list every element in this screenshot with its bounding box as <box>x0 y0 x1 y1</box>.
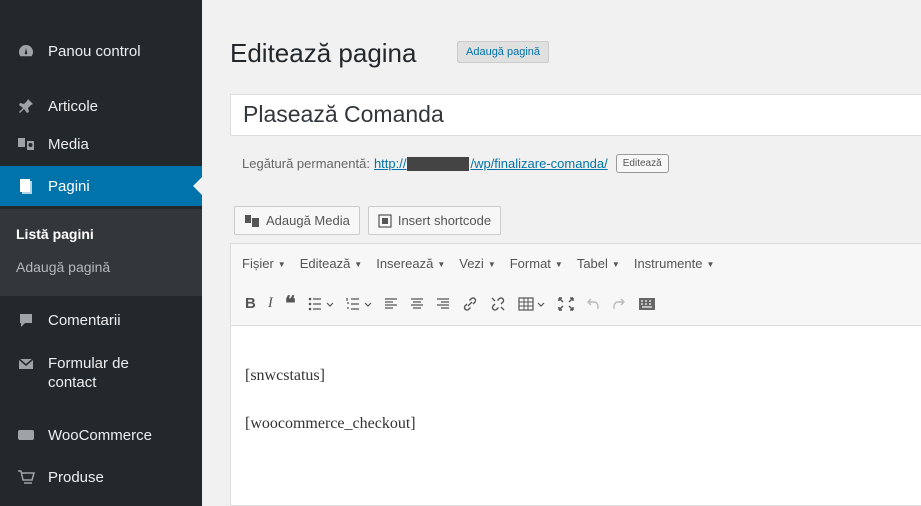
menu-label: Fișier <box>242 255 274 271</box>
sidebar-item-label: WooCommerce <box>48 426 152 444</box>
pages-icon <box>16 177 36 195</box>
editor-toolbar: B I ❝ <box>231 282 921 326</box>
menu-insert[interactable]: Inserează ▼ <box>376 256 445 271</box>
sidebar-item-label: Comentarii <box>48 311 121 329</box>
italic-icon[interactable]: I <box>268 292 273 316</box>
sidebar-item-label: Media <box>48 135 89 153</box>
permalink-link[interactable]: http:// /wp/finalizare-comanda/ <box>374 156 608 172</box>
caret-down-icon: ▼ <box>354 259 363 269</box>
sidebar-item-label-line2: contact <box>48 374 97 391</box>
caret-down-icon: ▼ <box>277 259 286 269</box>
page-title: Editează pagina <box>230 38 417 68</box>
menu-edit[interactable]: Editează ▼ <box>300 256 363 271</box>
menu-tools[interactable]: Instrumente ▼ <box>634 256 715 271</box>
sidebar-item-label: Produse <box>48 468 104 486</box>
sidebar-item-label: Formular de <box>48 355 129 372</box>
sidebar-item-contact-form[interactable]: Formular de contact <box>0 354 202 398</box>
numbered-list-icon[interactable] <box>346 292 372 316</box>
sidebar-item-comments[interactable]: Comentarii <box>0 305 202 335</box>
menu-label: Format <box>509 255 551 271</box>
permalink-suffix: /wp/finalizare-comanda/ <box>470 155 608 171</box>
add-media-label: Adaugă Media <box>266 213 350 228</box>
add-media-button[interactable]: Adaugă Media <box>234 206 360 235</box>
link-icon[interactable] <box>462 292 478 316</box>
align-center-icon[interactable] <box>410 292 424 316</box>
sidebar-item-dashboard[interactable]: Panou control <box>0 36 202 66</box>
comment-icon <box>16 311 36 329</box>
blockquote-icon[interactable]: ❝ <box>285 292 296 316</box>
menu-label: Editează <box>299 255 351 271</box>
permalink-row: Legătură permanentă: http:// /wp/finaliza… <box>242 154 669 173</box>
content-paragraph: [woocommerce_checkout] <box>245 415 416 432</box>
undo-icon[interactable] <box>586 292 600 316</box>
caret-down-icon: ▼ <box>487 259 496 269</box>
edit-permalink-button[interactable]: Editează <box>615 154 669 173</box>
add-new-page-button[interactable]: Adaugă pagină <box>457 41 550 63</box>
insert-shortcode-button[interactable]: Insert shortcode <box>367 206 502 235</box>
mail-icon <box>16 355 36 373</box>
woo-icon <box>16 426 36 444</box>
active-arrow <box>193 177 202 195</box>
menu-label: Vezi <box>459 255 484 271</box>
bullet-list-icon[interactable] <box>308 292 334 316</box>
menu-file[interactable]: Fișier ▼ <box>242 256 286 271</box>
menu-label: Tabel <box>576 255 608 271</box>
shortcode-icon <box>378 213 392 228</box>
editor-content[interactable]: [snwcstatus] [woocommerce_checkout] <box>245 364 416 460</box>
fullscreen-icon[interactable] <box>557 292 574 316</box>
menu-label: Inserează <box>376 255 434 271</box>
permalink-label: Legătură permanentă: <box>242 156 370 171</box>
post-title-input[interactable]: Plasează Comanda <box>230 94 921 136</box>
table-icon[interactable] <box>518 292 546 316</box>
caret-down-icon: ▼ <box>554 259 563 269</box>
admin-sidebar: Panou control Articole Media Pagini List… <box>0 0 202 506</box>
redacted-domain <box>407 157 470 172</box>
content-editor: Fișier ▼ Editează ▼ Inserează ▼ Vezi ▼ Forma… <box>230 243 921 506</box>
pin-icon <box>16 97 36 115</box>
dashboard-icon <box>16 42 36 60</box>
sidebar-item-label: Pagini <box>48 177 90 195</box>
align-left-icon[interactable] <box>384 292 398 316</box>
permalink-prefix: http:// <box>373 155 407 171</box>
menu-format[interactable]: Format ▼ <box>510 256 563 271</box>
sidebar-item-label: Panou control <box>48 42 141 60</box>
sidebar-item-posts[interactable]: Articole <box>0 91 202 121</box>
caret-down-icon: ▼ <box>437 259 446 269</box>
caret-down-icon: ▼ <box>611 259 620 269</box>
redo-icon[interactable] <box>612 292 626 316</box>
media-icon <box>244 214 260 228</box>
content-paragraph: [snwcstatus] <box>245 367 325 384</box>
menu-label: Instrumente <box>633 255 703 271</box>
media-buttons: Adaugă Media Insert shortcode <box>234 206 509 235</box>
editor-menubar: Fișier ▼ Editează ▼ Inserează ▼ Vezi ▼ Forma… <box>231 244 921 282</box>
media-icon <box>16 135 36 153</box>
menu-view[interactable]: Vezi ▼ <box>459 256 496 271</box>
sidebar-item-media[interactable]: Media <box>0 129 202 159</box>
keyboard-icon[interactable] <box>638 292 656 316</box>
unlink-icon[interactable] <box>490 292 506 316</box>
sidebar-item-products[interactable]: Produse <box>0 462 202 492</box>
bold-icon[interactable]: B <box>245 292 256 316</box>
submenu-item-add-page[interactable]: Adaugă pagină <box>16 259 110 275</box>
insert-shortcode-label: Insert shortcode <box>397 213 492 228</box>
cart-icon <box>16 468 36 486</box>
submenu-item-all-pages[interactable]: Listă pagini <box>16 226 94 242</box>
sidebar-item-woocommerce[interactable]: WooCommerce <box>0 420 202 450</box>
align-right-icon[interactable] <box>436 292 450 316</box>
main-content: Editează pagina Adaugă pagină Plasează C… <box>202 0 921 506</box>
caret-down-icon: ▼ <box>706 259 715 269</box>
menu-table[interactable]: Tabel ▼ <box>577 256 620 271</box>
pages-submenu: Listă pagini Adaugă pagină <box>0 209 202 296</box>
sidebar-item-label: Articole <box>48 97 99 115</box>
sidebar-item-pages[interactable]: Pagini <box>0 166 202 206</box>
